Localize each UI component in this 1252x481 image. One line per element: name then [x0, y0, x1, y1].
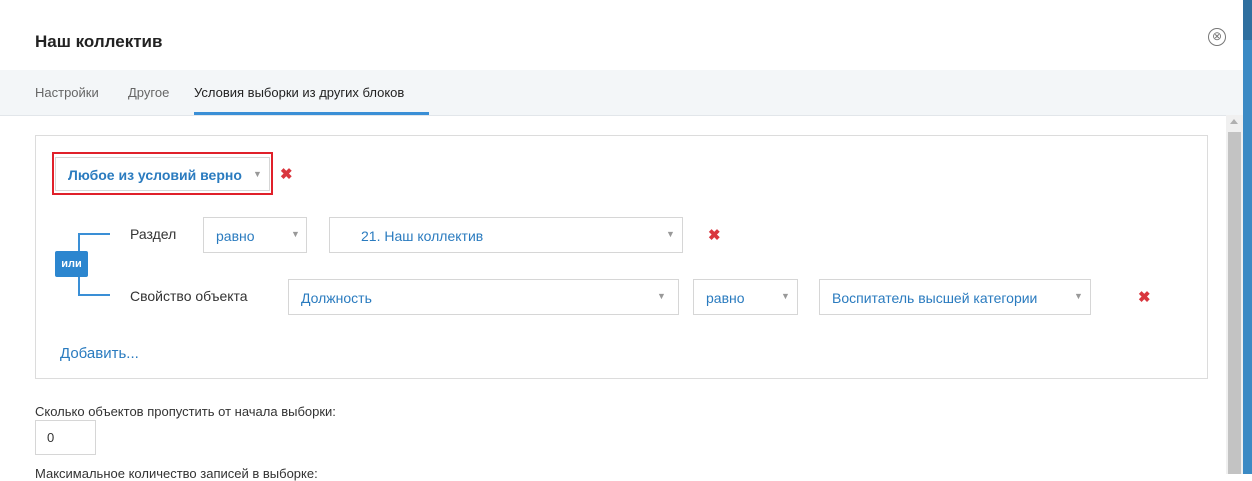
delete-row2-icon[interactable]: ✖: [1138, 290, 1151, 306]
row1-field-label: Раздел: [130, 226, 177, 242]
delete-group-icon[interactable]: ✖: [280, 167, 293, 183]
tab-conditions[interactable]: Условия выборки из других блоков: [194, 85, 404, 100]
active-tab-indicator: [194, 112, 429, 115]
tab-settings[interactable]: Настройки: [35, 85, 99, 100]
group-mode-select[interactable]: Любое из условий верно ▼: [55, 157, 270, 191]
or-badge[interactable]: или: [55, 251, 88, 277]
tab-bar: Настройки Другое Условия выборки из друг…: [0, 70, 1243, 116]
scroll-thumb[interactable]: [1228, 132, 1241, 474]
row1-operator-select[interactable]: равно ▼: [203, 217, 307, 253]
chevron-down-icon: ▼: [291, 229, 300, 239]
background-edge-top: [1243, 0, 1252, 40]
dialog-title: Наш коллектив: [35, 32, 163, 51]
row2-property-select[interactable]: Должность ▼: [288, 279, 679, 315]
vertical-scrollbar[interactable]: [1226, 115, 1243, 474]
delete-row1-icon[interactable]: ✖: [708, 228, 721, 244]
background-edge: [1243, 0, 1252, 474]
skip-label: Сколько объектов пропустить от начала вы…: [35, 404, 336, 419]
dialog-header: Наш коллектив: [0, 0, 1240, 70]
group-mode-value: Любое из условий верно: [68, 167, 242, 183]
row2-property-value: Должность: [301, 290, 372, 306]
chevron-down-icon: ▼: [657, 291, 666, 301]
row2-value-select[interactable]: Воспитатель высшей категории ▼: [819, 279, 1091, 315]
row2-field-label: Свойство объекта: [130, 288, 248, 304]
add-condition-link[interactable]: Добавить...: [60, 345, 139, 362]
row2-value: Воспитатель высшей категории: [832, 290, 1038, 306]
row1-value-select[interactable]: 21. Наш коллектив ▼: [329, 217, 683, 253]
tree-branch-top: [78, 233, 110, 235]
chevron-down-icon: ▼: [253, 169, 262, 179]
chevron-down-icon: ▼: [1074, 291, 1083, 301]
skip-input[interactable]: [35, 420, 96, 455]
tree-branch-bottom: [78, 294, 110, 296]
row2-operator-value: равно: [706, 290, 745, 306]
row2-operator-select[interactable]: равно ▼: [693, 279, 798, 315]
chevron-down-icon: ▼: [666, 229, 675, 239]
tab-other[interactable]: Другое: [128, 85, 169, 100]
chevron-down-icon: ▼: [781, 291, 790, 301]
scroll-up-arrow-icon[interactable]: [1230, 119, 1238, 124]
close-icon[interactable]: ⊗: [1208, 28, 1226, 46]
row1-operator-value: равно: [216, 228, 255, 244]
row1-value: 21. Наш коллектив: [361, 228, 484, 244]
